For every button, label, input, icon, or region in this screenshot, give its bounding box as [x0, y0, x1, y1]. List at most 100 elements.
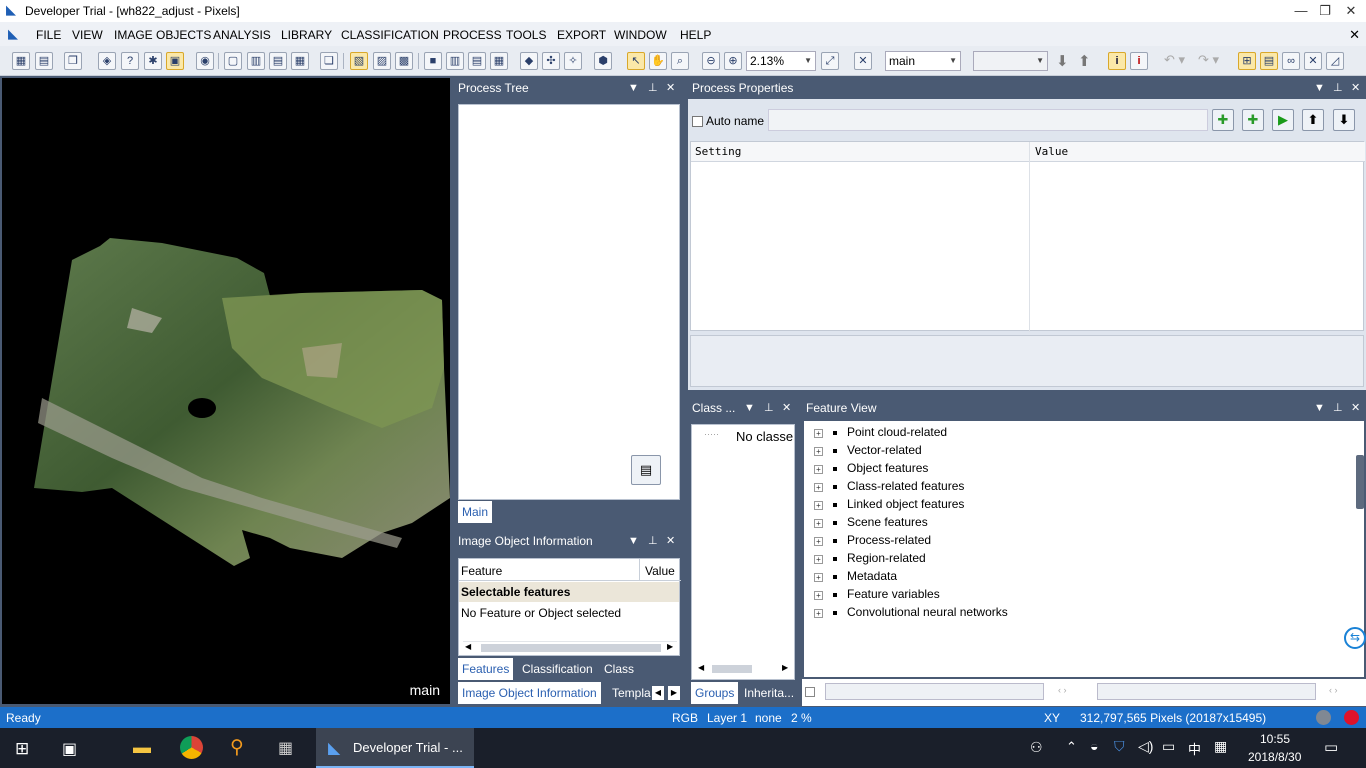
- tree-item-feature-variables[interactable]: + Feature variables: [814, 587, 940, 601]
- goggles-icon[interactable]: ∞: [1282, 52, 1300, 70]
- append-process-icon[interactable]: ▤: [631, 455, 661, 485]
- object-mean-icon[interactable]: ▨: [373, 52, 391, 70]
- expand-icon[interactable]: +: [814, 501, 823, 510]
- zoom-in-icon[interactable]: ⊕: [724, 52, 742, 70]
- execute-button[interactable]: ▶: [1272, 109, 1294, 131]
- media-app-icon[interactable]: ▦: [278, 738, 293, 758]
- mdi-close-icon[interactable]: ✕: [1349, 27, 1360, 43]
- app-menu-icon[interactable]: ◣: [8, 26, 18, 42]
- tree-item-point-cloud[interactable]: + Point cloud-related: [814, 425, 947, 439]
- pin-icon[interactable]: ⊥: [1333, 77, 1343, 99]
- vector-icon[interactable]: ✧: [564, 52, 582, 70]
- map-select[interactable]: main ▼: [885, 51, 961, 71]
- show-classification-icon[interactable]: ▤: [468, 52, 486, 70]
- zoom-fit-icon[interactable]: ⤢: [821, 52, 839, 70]
- menu-window[interactable]: WINDOW: [614, 28, 667, 42]
- tab-templates[interactable]: Templa: [608, 682, 655, 704]
- panel-menu-icon[interactable]: ▼: [628, 77, 639, 99]
- process-properties-icon[interactable]: ▤: [1260, 52, 1278, 70]
- layer-mixing-icon[interactable]: ■: [424, 52, 442, 70]
- shield-icon[interactable]: ⛉: [1114, 738, 1125, 755]
- tree-item-process-related[interactable]: + Process-related: [814, 533, 931, 547]
- tree-item-class-related[interactable]: + Class-related features: [814, 479, 964, 493]
- class-list[interactable]: ····· No classe ◀ ▶: [691, 424, 795, 680]
- view-quad-icon[interactable]: ▦: [291, 52, 309, 70]
- tab-groups[interactable]: Groups: [691, 682, 739, 704]
- expand-icon[interactable]: +: [814, 591, 823, 600]
- feature-checkbox[interactable]: [805, 687, 815, 697]
- open-project-icon[interactable]: ▤: [35, 52, 53, 70]
- tree-item-cnn[interactable]: + Convolutional neural networks: [814, 605, 1008, 619]
- scroll-right-icon[interactable]: ▶: [782, 663, 788, 672]
- move-down-button[interactable]: ⬇: [1333, 109, 1355, 131]
- menu-export[interactable]: EXPORT: [557, 28, 606, 42]
- expand-icon[interactable]: +: [814, 537, 823, 546]
- pan-hand-icon[interactable]: ✋: [649, 52, 667, 70]
- tab-features[interactable]: Features: [458, 658, 514, 680]
- class-item[interactable]: No classe: [736, 429, 793, 444]
- tree-item-vector[interactable]: + Vector-related: [814, 443, 922, 457]
- expand-icon[interactable]: +: [814, 483, 823, 492]
- menu-view[interactable]: VIEW: [72, 28, 103, 42]
- help-info-icon[interactable]: i: [1130, 52, 1148, 70]
- notification-icon[interactable]: ▭: [1324, 738, 1338, 756]
- new-project-icon[interactable]: ▦: [12, 52, 30, 70]
- save-rule-icon[interactable]: ✱: [144, 52, 162, 70]
- record-icon[interactable]: [1344, 710, 1359, 725]
- menu-tools[interactable]: TOOLS: [506, 28, 546, 42]
- chevron-up-icon[interactable]: ⌃: [1066, 739, 1077, 755]
- search-app-icon[interactable]: ⚲: [230, 736, 244, 759]
- image-viewer[interactable]: main: [2, 78, 450, 704]
- ime-indicator[interactable]: 中: [1188, 739, 1201, 758]
- horizontal-scrollbar[interactable]: ◀ ▶: [696, 663, 790, 675]
- feature-range-input[interactable]: [1097, 683, 1316, 700]
- zoom-out-icon[interactable]: ⊖: [702, 52, 720, 70]
- taskbar-app-developer[interactable]: ◣ Developer Trial - ...: [316, 728, 474, 768]
- close-icon[interactable]: ✕: [666, 77, 675, 99]
- side-grip-handle[interactable]: [1356, 455, 1364, 509]
- copy-icon[interactable]: ❐: [64, 52, 82, 70]
- chrome-icon[interactable]: [180, 736, 203, 759]
- pin-icon[interactable]: ⊥: [648, 530, 658, 552]
- panel-menu-icon[interactable]: ▼: [628, 530, 639, 552]
- close-icon[interactable]: ✕: [782, 397, 791, 419]
- column-setting[interactable]: Setting: [695, 145, 741, 158]
- rule-edit-icon[interactable]: ▣: [166, 52, 184, 70]
- menu-image-objects[interactable]: IMAGE OBJECTS: [114, 28, 211, 42]
- process-tree-canvas[interactable]: ▤: [458, 104, 680, 500]
- delete-layer-icon[interactable]: ✕: [854, 52, 872, 70]
- tree-item-scene-features[interactable]: + Scene features: [814, 515, 928, 529]
- network-icon[interactable]: ▭: [1162, 738, 1175, 755]
- shape-icon[interactable]: ⬢: [594, 52, 612, 70]
- selectable-features-group[interactable]: Selectable features: [461, 585, 570, 599]
- show-samples-icon[interactable]: ▦: [490, 52, 508, 70]
- scroll-right-icon[interactable]: ▶: [667, 642, 673, 651]
- tree-item-object-features[interactable]: + Object features: [814, 461, 928, 475]
- area-zoom-icon[interactable]: ⌕: [671, 52, 689, 70]
- expand-icon[interactable]: +: [814, 573, 823, 582]
- range-arrows-icon[interactable]: ‹ ›: [1329, 685, 1338, 695]
- scroll-left-icon[interactable]: ◀: [698, 663, 704, 672]
- horizontal-scrollbar[interactable]: ◀ ▶: [463, 641, 677, 653]
- process-tree-icon[interactable]: ⊞: [1238, 52, 1256, 70]
- workspace-icon[interactable]: ◈: [98, 52, 116, 70]
- expand-icon[interactable]: +: [814, 465, 823, 474]
- 3d-view-icon[interactable]: ◆: [520, 52, 538, 70]
- tab-class-evaluation[interactable]: Class Evaluat...: [600, 658, 680, 698]
- menu-file[interactable]: FILE: [36, 28, 61, 42]
- info-icon[interactable]: i: [1108, 52, 1126, 70]
- pin-icon[interactable]: ⊥: [764, 397, 774, 419]
- tools-icon[interactable]: ✕: [1304, 52, 1322, 70]
- add-process-button[interactable]: ✚: [1212, 109, 1234, 131]
- close-icon[interactable]: ✕: [1351, 77, 1360, 99]
- level-down-icon[interactable]: ⬇: [1056, 52, 1069, 70]
- menu-help[interactable]: HELP: [680, 28, 711, 42]
- expand-icon[interactable]: +: [814, 555, 823, 564]
- level-select[interactable]: ▼: [973, 51, 1048, 71]
- menu-process[interactable]: PROCESS: [443, 28, 502, 42]
- tab-scroll-left-icon[interactable]: ◀: [652, 686, 664, 700]
- zoom-select[interactable]: 2.13% ▼: [746, 51, 816, 71]
- auto-name-checkbox[interactable]: [692, 116, 703, 127]
- panel-menu-icon[interactable]: ▼: [1314, 77, 1325, 99]
- qq-icon[interactable]: ◒: [1090, 738, 1098, 754]
